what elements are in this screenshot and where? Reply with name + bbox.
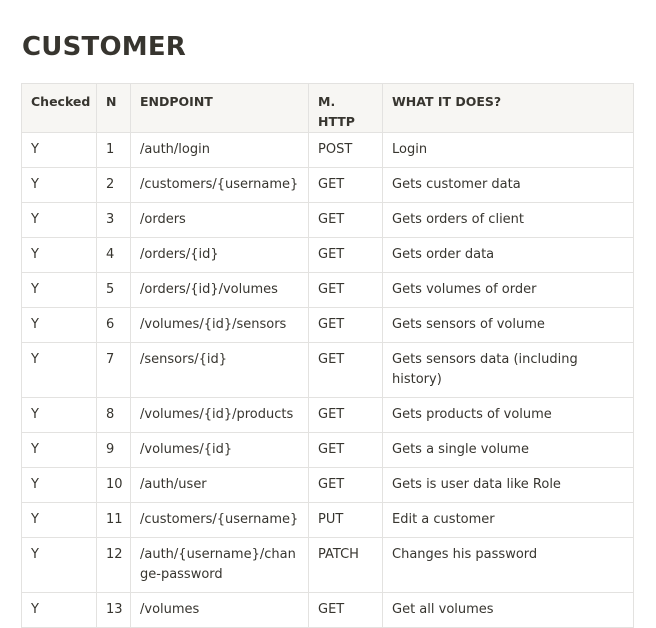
cell-what-it-does: Gets products of volume: [382, 397, 634, 433]
header-checked: Checked: [21, 83, 97, 133]
table-row: Y 7/sensors/{id} GET Gets sensors data (inc…: [21, 342, 634, 398]
cell-what-it-does: Get all volumes: [382, 592, 634, 628]
cell-checked: Y: [21, 307, 97, 343]
cell-endpoint: /volumes/{id}/sensors: [130, 307, 309, 343]
table-row: Y 13/volumes GET Get all volumes: [21, 592, 634, 628]
cell-endpoint: /volumes/{id}: [130, 432, 309, 468]
cell-method: GET: [308, 237, 383, 273]
cell-n: 4: [96, 237, 131, 273]
table-row: Y 11/customers/{username} PUT Edit a custom…: [21, 502, 634, 538]
cell-checked: Y: [21, 537, 97, 593]
cell-endpoint: /auth/login: [130, 132, 309, 168]
cell-what-it-does: Gets sensors of volume: [382, 307, 634, 343]
table-header-row: Checked N ENDPOINT M. HTTP WHAT IT DOES?: [21, 83, 634, 133]
cell-checked: Y: [21, 202, 97, 238]
cell-n: 6: [96, 307, 131, 343]
table-row: Y 3/orders GET Gets orders of client: [21, 202, 634, 238]
cell-method: GET: [308, 202, 383, 238]
table-row: Y 2/customers/{username} GET Gets customer …: [21, 167, 634, 203]
header-n: N: [96, 83, 131, 133]
cell-endpoint: /auth/{username}/change-password: [130, 537, 309, 593]
cell-checked: Y: [21, 132, 97, 168]
cell-n: 3: [96, 202, 131, 238]
cell-endpoint: /customers/{username}: [130, 167, 309, 203]
cell-endpoint: /volumes: [130, 592, 309, 628]
page: CUSTOMER Checked N ENDPOINT M. HTTP WHAT…: [0, 0, 656, 628]
cell-checked: Y: [21, 342, 97, 398]
cell-what-it-does: Gets customer data: [382, 167, 634, 203]
table-row: Y 10/auth/user GET Gets is user data like R…: [21, 467, 634, 503]
cell-endpoint: /volumes/{id}/products: [130, 397, 309, 433]
cell-method: GET: [308, 467, 383, 503]
table-row: Y 5/orders/{id}/volumes GET Gets volumes of…: [21, 272, 634, 308]
cell-endpoint: /orders: [130, 202, 309, 238]
cell-method: PUT: [308, 502, 383, 538]
cell-endpoint: /customers/{username}: [130, 502, 309, 538]
header-endpoint: ENDPOINT: [130, 83, 309, 133]
cell-checked: Y: [21, 502, 97, 538]
cell-n: 5: [96, 272, 131, 308]
table-row: Y 1/auth/login POST Login: [21, 132, 634, 168]
cell-method: GET: [308, 307, 383, 343]
cell-endpoint: /auth/user: [130, 467, 309, 503]
cell-endpoint: /orders/{id}: [130, 237, 309, 273]
cell-checked: Y: [21, 397, 97, 433]
cell-method: PATCH: [308, 537, 383, 593]
cell-checked: Y: [21, 432, 97, 468]
header-method: M. HTTP: [308, 83, 383, 133]
cell-method: POST: [308, 132, 383, 168]
cell-checked: Y: [21, 467, 97, 503]
cell-what-it-does: Edit a customer: [382, 502, 634, 538]
table-row: Y 4/orders/{id} GET Gets order data: [21, 237, 634, 273]
cell-method: GET: [308, 592, 383, 628]
cell-checked: Y: [21, 167, 97, 203]
cell-method: GET: [308, 432, 383, 468]
table-row: Y 9/volumes/{id} GET Gets a single volume: [21, 432, 634, 468]
cell-n: 2: [96, 167, 131, 203]
page-title: CUSTOMER: [22, 32, 187, 62]
cell-n: 13: [96, 592, 131, 628]
cell-what-it-does: Gets order data: [382, 237, 634, 273]
table-row: Y 8/volumes/{id}/products GET Gets products…: [21, 397, 634, 433]
cell-what-it-does: Gets a single volume: [382, 432, 634, 468]
cell-what-it-does: Login: [382, 132, 634, 168]
cell-n: 7: [96, 342, 131, 398]
cell-method: GET: [308, 167, 383, 203]
cell-checked: Y: [21, 272, 97, 308]
cell-method: GET: [308, 272, 383, 308]
cell-n: 9: [96, 432, 131, 468]
cell-what-it-does: Gets orders of client: [382, 202, 634, 238]
cell-n: 10: [96, 467, 131, 503]
cell-n: 12: [96, 537, 131, 593]
cell-what-it-does: Gets volumes of order: [382, 272, 634, 308]
table-row: Y 6/volumes/{id}/sensors GET Gets sensors o…: [21, 307, 634, 343]
endpoints-table: Checked N ENDPOINT M. HTTP WHAT IT DOES?…: [21, 83, 634, 628]
cell-method: GET: [308, 397, 383, 433]
cell-n: 8: [96, 397, 131, 433]
cell-endpoint: /orders/{id}/volumes: [130, 272, 309, 308]
table-body: Y 1/auth/login POST Login Y 2/customers/{user…: [21, 132, 634, 628]
cell-what-it-does: Gets sensors data (including history): [382, 342, 634, 398]
cell-checked: Y: [21, 237, 97, 273]
header-what-it-does: WHAT IT DOES?: [382, 83, 634, 133]
cell-what-it-does: Gets is user data like Role: [382, 467, 634, 503]
cell-method: GET: [308, 342, 383, 398]
cell-what-it-does: Changes his password: [382, 537, 634, 593]
cell-endpoint: /sensors/{id}: [130, 342, 309, 398]
cell-n: 11: [96, 502, 131, 538]
cell-checked: Y: [21, 592, 97, 628]
cell-n: 1: [96, 132, 131, 168]
table-row: Y 12/auth/{username}/change-password PATCH…: [21, 537, 634, 593]
